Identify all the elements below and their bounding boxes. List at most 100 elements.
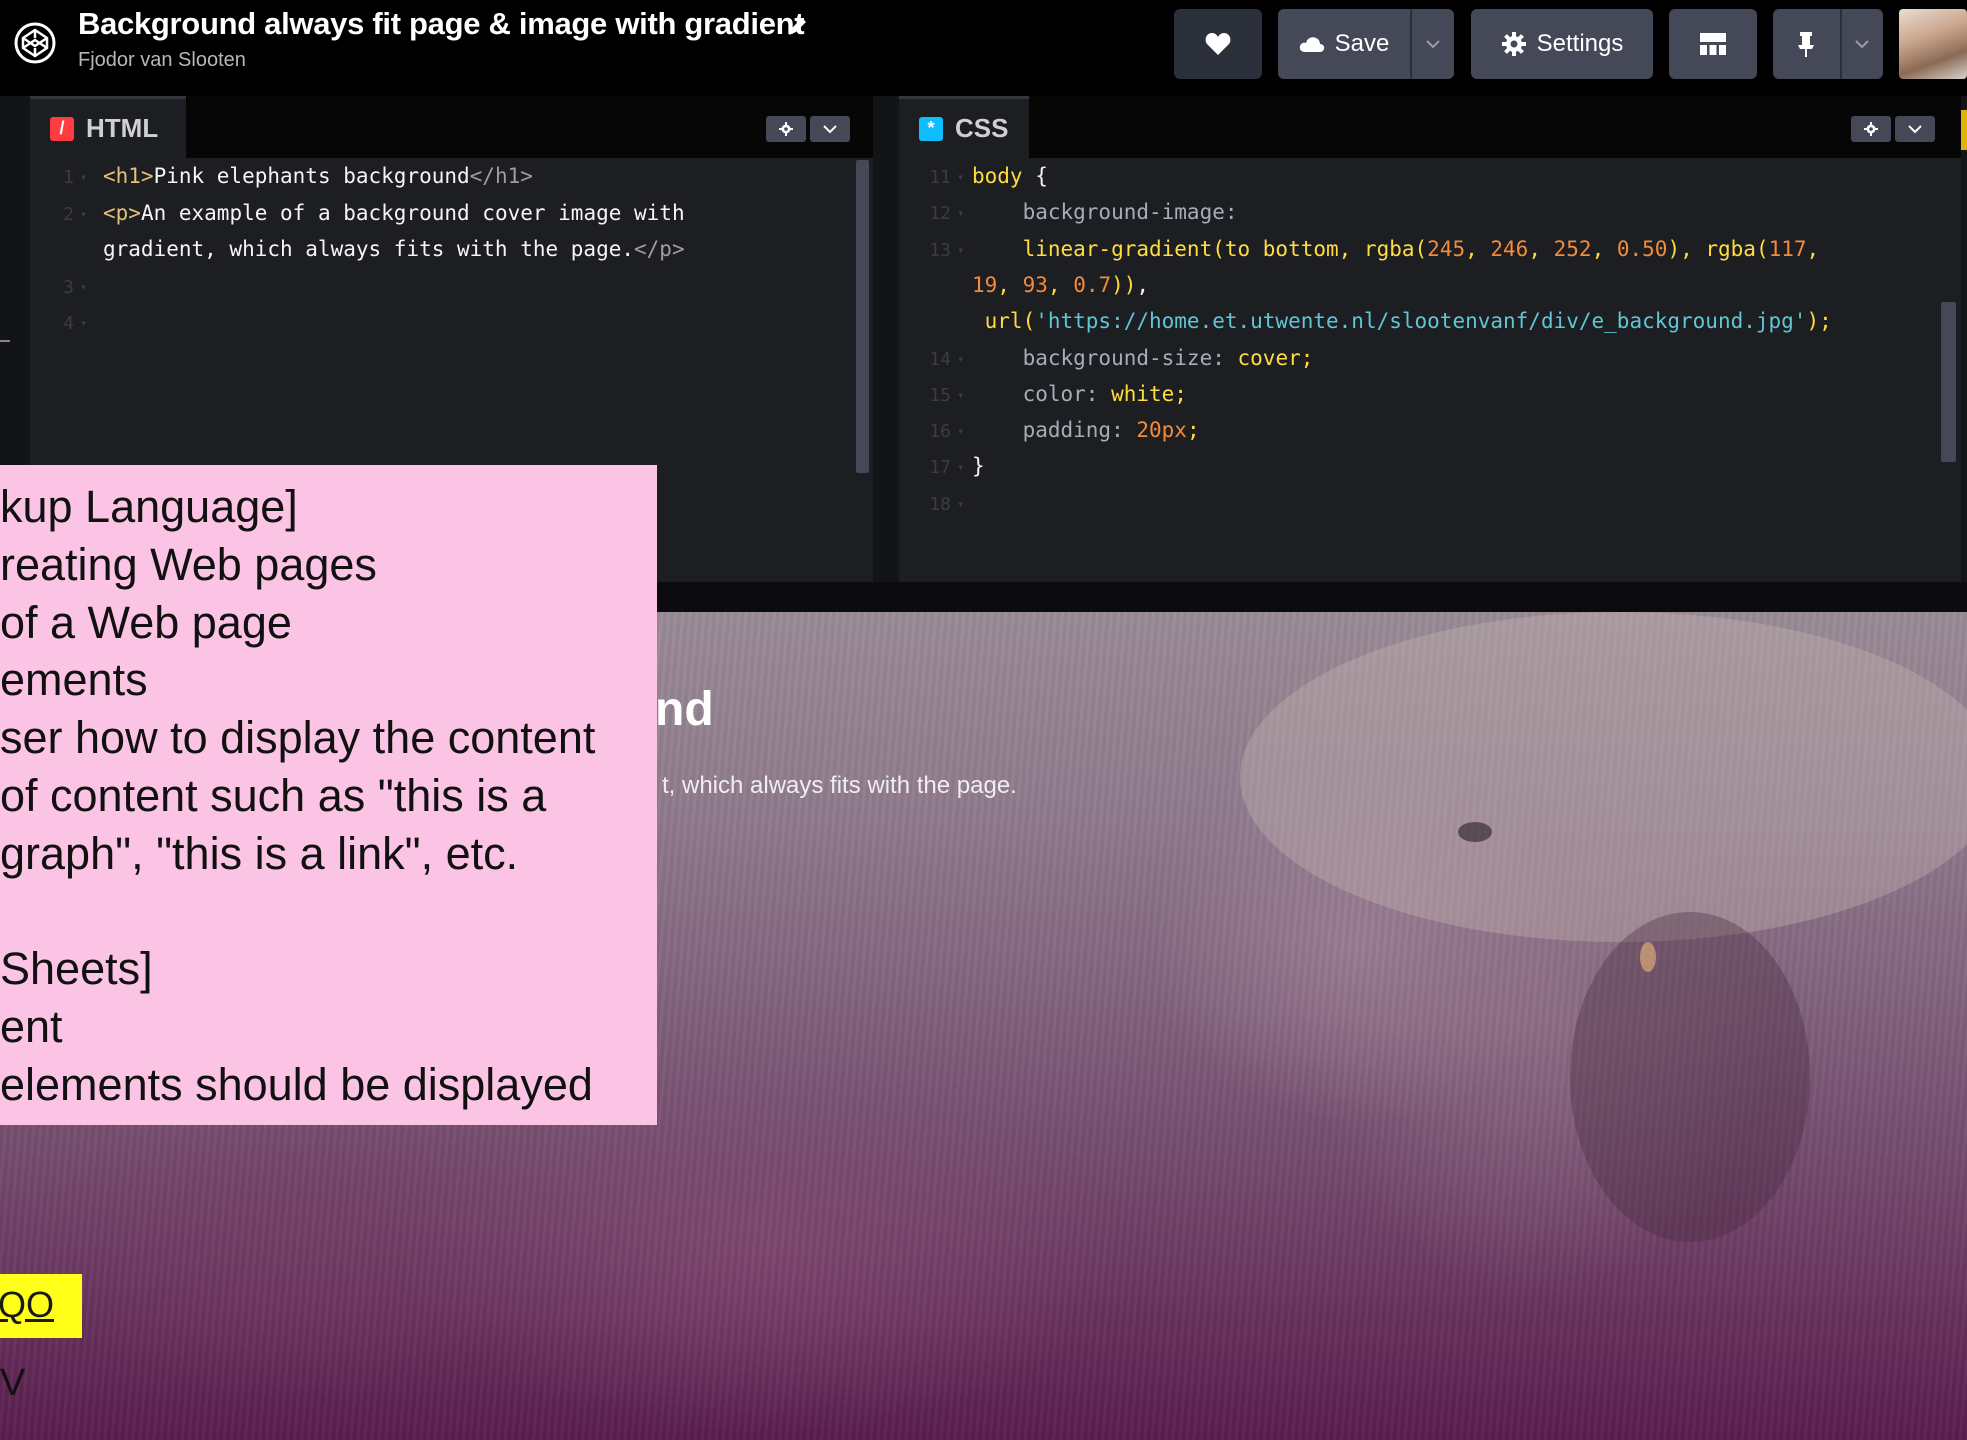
code-text: color: white; bbox=[972, 381, 1187, 406]
line-number: 11 bbox=[929, 167, 951, 188]
slide-text-line: of a Web page bbox=[0, 596, 292, 648]
slide-link[interactable]: QO bbox=[0, 1284, 54, 1326]
code-line: 13 ▾ linear-gradient(to bottom, rgba(245,… bbox=[899, 237, 1961, 267]
css-code-editor[interactable]: 11 ▾ body {12 ▾ background-image: 13 ▾ linear… bbox=[899, 158, 1961, 582]
html-tab-bar: / HTML bbox=[30, 96, 873, 158]
layout-grid-icon bbox=[1700, 33, 1726, 55]
css-collapse-button[interactable] bbox=[1895, 116, 1935, 142]
slide-text-fragment: V bbox=[0, 1362, 26, 1404]
code-text: padding: 20px; bbox=[972, 418, 1200, 443]
fold-arrow-icon[interactable]: ▾ bbox=[957, 497, 964, 511]
preview-heading: nd bbox=[655, 683, 714, 736]
fold-arrow-icon[interactable]: ▾ bbox=[80, 207, 87, 221]
line-number: 14 bbox=[929, 348, 951, 370]
gear-icon bbox=[1501, 32, 1526, 56]
settings-label: Settings bbox=[1536, 30, 1624, 57]
css-scrollbar[interactable] bbox=[1941, 302, 1956, 462]
pin-button-group bbox=[1773, 9, 1883, 79]
pin-dropdown-button[interactable] bbox=[1839, 9, 1883, 79]
fold-arrow-icon[interactable]: ▾ bbox=[957, 170, 964, 184]
fold-arrow-icon[interactable]: ▾ bbox=[957, 424, 964, 438]
slide-link-box: QO bbox=[0, 1274, 82, 1338]
elephant-eye bbox=[1458, 822, 1492, 842]
code-text: <p>An example of a background cover imag… bbox=[103, 200, 685, 225]
heart-icon bbox=[1205, 33, 1231, 55]
code-line: 12 ▾ background-image: bbox=[899, 200, 1961, 230]
code-line: 3 ▾ bbox=[30, 274, 873, 304]
code-text: linear-gradient(to bottom, rgba(245, 246… bbox=[972, 236, 1820, 261]
codepen-logo-icon[interactable] bbox=[14, 22, 56, 64]
slide-text-line: Sheets] bbox=[0, 943, 153, 995]
settings-button[interactable]: Settings bbox=[1471, 9, 1653, 79]
slide-text-line: of content such as "this is a bbox=[0, 770, 547, 821]
change-view-button[interactable] bbox=[1669, 9, 1757, 79]
code-line: 16 ▾ padding: 20px; bbox=[899, 418, 1961, 448]
save-button[interactable]: Save bbox=[1278, 9, 1410, 79]
code-text: background-image: bbox=[972, 200, 1238, 225]
love-button[interactable] bbox=[1174, 9, 1262, 79]
chevron-down-icon bbox=[1908, 124, 1922, 133]
code-line: 19, 93, 0.7)), bbox=[899, 273, 1961, 303]
pen-title[interactable]: Background always fit page & image with … bbox=[78, 6, 805, 42]
html-tab-label: HTML bbox=[86, 113, 159, 143]
slide-text-line: graph", "this is a link", etc. bbox=[0, 827, 519, 879]
slide-notes-overlay: kup Language] reating Web pages of a Web … bbox=[0, 465, 657, 1125]
fold-arrow-icon[interactable]: ▾ bbox=[80, 170, 87, 184]
fold-arrow-icon[interactable]: ▾ bbox=[957, 352, 964, 366]
css-tab-label: CSS bbox=[955, 113, 1009, 143]
css-tab[interactable]: * CSS bbox=[899, 96, 1029, 158]
code-line: 15 ▾ color: white; bbox=[899, 382, 1961, 412]
code-text: gradient, which always fits with the pag… bbox=[103, 237, 685, 261]
line-number: 15 bbox=[929, 384, 951, 406]
pin-icon bbox=[1798, 32, 1815, 57]
pin-button[interactable] bbox=[1773, 9, 1840, 79]
fold-arrow-icon[interactable]: ▾ bbox=[957, 388, 964, 402]
code-line: 14 ▾ background-size: cover; bbox=[899, 346, 1961, 376]
code-line: url('https://home.et.utwente.nl/slootenv… bbox=[899, 309, 1961, 339]
line-number: 2 bbox=[63, 203, 74, 225]
line-number: 16 bbox=[929, 421, 951, 443]
line-number: 17 bbox=[929, 457, 951, 479]
edit-pencil-icon[interactable] bbox=[786, 14, 810, 38]
line-number: 3 bbox=[63, 276, 74, 298]
slide-text-line: kup Language] bbox=[0, 481, 298, 532]
code-line: 2 ▾ <p>An example of a background cover im… bbox=[30, 201, 873, 231]
css-tab-bar: * CSS bbox=[899, 96, 1961, 158]
fold-arrow-icon[interactable]: ▾ bbox=[80, 280, 87, 294]
line-number: 1 bbox=[63, 167, 74, 188]
html-scrollbar[interactable] bbox=[856, 160, 869, 473]
save-dropdown-button[interactable] bbox=[1410, 9, 1454, 79]
user-avatar[interactable] bbox=[1899, 9, 1967, 79]
slide-text-line: ser how to display the content bbox=[0, 712, 596, 764]
code-line: 1 ▾ <h1>Pink elephants background</h1> bbox=[30, 164, 873, 194]
line-number: 12 bbox=[929, 203, 951, 225]
code-line: gradient, which always fits with the pag… bbox=[30, 237, 873, 267]
fold-arrow-icon[interactable]: ▾ bbox=[957, 460, 964, 474]
html-tab[interactable]: / HTML bbox=[30, 96, 186, 158]
gear-icon bbox=[1864, 122, 1878, 136]
code-text: } bbox=[972, 454, 985, 479]
html-pane-controls bbox=[766, 116, 850, 142]
fold-arrow-icon[interactable]: ▾ bbox=[957, 206, 964, 220]
screenshot-root: Background always fit page & image with … bbox=[0, 0, 1967, 1440]
line-number: 18 bbox=[929, 493, 951, 515]
codepen-header: Background always fit page & image with … bbox=[0, 0, 1967, 96]
code-text: <h1>Pink elephants background</h1> bbox=[103, 164, 533, 188]
slide-text-line: elements should be displayed bbox=[0, 1059, 593, 1110]
pen-author[interactable]: Fjodor van Slooten bbox=[78, 49, 246, 72]
chevron-down-icon bbox=[823, 124, 837, 133]
fold-arrow-icon[interactable]: ▾ bbox=[80, 316, 87, 330]
slide-text-line: ent bbox=[0, 1001, 63, 1053]
side-indicator bbox=[1961, 110, 1967, 150]
save-label: Save bbox=[1334, 30, 1390, 57]
elephant-tusk bbox=[1640, 942, 1656, 972]
slide-text-line: ements bbox=[0, 654, 148, 706]
html-settings-button[interactable] bbox=[766, 116, 806, 142]
html-collapse-button[interactable] bbox=[810, 116, 850, 142]
code-text: background-size: cover; bbox=[972, 345, 1314, 370]
css-settings-button[interactable] bbox=[1851, 116, 1891, 142]
chevron-down-icon bbox=[1855, 40, 1870, 49]
fold-arrow-icon[interactable]: ▾ bbox=[957, 243, 964, 257]
line-number: 13 bbox=[929, 239, 951, 261]
elephant-trunk-shadow bbox=[1570, 912, 1810, 1242]
